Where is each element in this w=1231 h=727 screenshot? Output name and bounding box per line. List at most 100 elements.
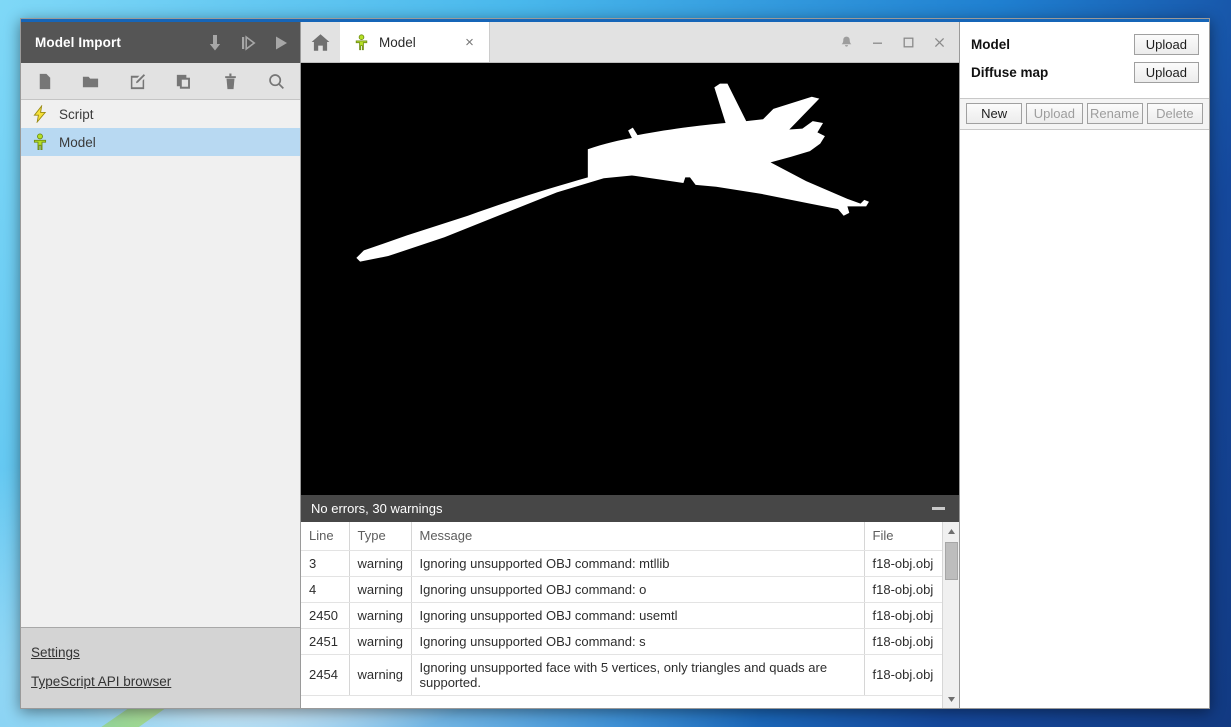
column-header-message[interactable]: Message (411, 522, 865, 551)
table-header-row: Line Type Message File (301, 522, 942, 551)
problems-panel: No errors, 30 warnings Line Type Message… (301, 495, 959, 708)
window-controls (831, 22, 959, 62)
scrollbar-thumb[interactable] (945, 542, 958, 580)
field-row-diffuse-map: Diffuse map Upload (971, 62, 1199, 83)
table-row[interactable]: 2450 warning Ignoring unsupported OBJ co… (301, 602, 942, 629)
tab-close-icon[interactable]: × (461, 34, 478, 51)
chevron-up-icon (947, 528, 955, 534)
tab-label: Model (379, 34, 416, 50)
maximize-button[interactable] (893, 22, 924, 62)
step-forward-icon[interactable] (238, 33, 258, 53)
cell-file: f18-obj.obj (864, 628, 942, 655)
column-header-line[interactable]: Line (301, 522, 350, 551)
field-label-model: Model (971, 37, 1010, 52)
problems-status-text: No errors, 30 warnings (311, 501, 443, 516)
open-folder-button[interactable] (68, 63, 115, 99)
model-figure-icon (33, 133, 47, 151)
minimize-button[interactable] (862, 22, 893, 62)
edit-pencil-icon (130, 73, 145, 89)
application-window: Model Import Script Model Settings TypeS… (20, 18, 1210, 709)
minimize-icon (931, 507, 945, 510)
cell-type: warning (349, 550, 412, 577)
delete-asset-button: Delete (1146, 103, 1203, 124)
center-panel: Model × No errors, 30 warnings Line Type… (301, 22, 959, 708)
search-button[interactable] (254, 63, 301, 99)
table-row[interactable]: 3 warning Ignoring unsupported OBJ comma… (301, 550, 942, 577)
model-viewport-3d[interactable] (301, 63, 959, 495)
cell-type: warning (349, 576, 412, 603)
trash-icon (224, 73, 236, 89)
cell-line: 2454 (301, 654, 350, 697)
upload-asset-button: Upload (1026, 103, 1083, 124)
table-row[interactable]: 2454 warning Ignoring unsupported face w… (301, 654, 942, 697)
table-row[interactable]: 4 warning Ignoring unsupported OBJ comma… (301, 576, 942, 603)
table-row[interactable]: 2451 warning Ignoring unsupported OBJ co… (301, 628, 942, 655)
cell-message: Ignoring unsupported OBJ command: usemtl (411, 602, 865, 629)
cell-message: Ignoring unsupported OBJ command: mtllib (411, 550, 865, 577)
cell-file: f18-obj.obj (864, 654, 942, 697)
cell-type: warning (349, 628, 412, 655)
home-icon (311, 33, 330, 51)
panel-header-actions (205, 33, 291, 53)
search-icon (269, 73, 285, 89)
open-folder-icon (83, 76, 99, 87)
bell-icon (841, 36, 852, 47)
duplicate-icon (177, 74, 191, 89)
cell-message: Ignoring unsupported face with 5 vertice… (411, 654, 865, 697)
left-panel-item-list: Script Model (21, 100, 300, 627)
cell-file: f18-obj.obj (864, 550, 942, 577)
duplicate-button[interactable] (161, 63, 208, 99)
field-label-diffuse-map: Diffuse map (971, 65, 1049, 80)
scroll-down-button[interactable] (944, 692, 959, 706)
right-panel: Model Upload Diffuse map Upload New Uplo… (959, 22, 1209, 708)
problems-table: Line Type Message File 3 warning Ignorin… (301, 522, 942, 697)
chevron-down-icon (947, 696, 955, 702)
settings-link[interactable]: Settings (31, 638, 80, 667)
upload-diffuse-map-button[interactable]: Upload (1133, 62, 1199, 83)
desktop: Model Import Script Model Settings TypeS… (0, 0, 1231, 727)
close-button[interactable] (924, 22, 955, 62)
play-icon[interactable] (271, 33, 291, 53)
cell-file: f18-obj.obj (864, 602, 942, 629)
lightning-bolt-icon (33, 105, 47, 123)
problems-table-scroll-area: Line Type Message File 3 warning Ignorin… (301, 522, 942, 708)
tab-model[interactable]: Model × (340, 22, 490, 62)
cell-line: 2450 (301, 602, 350, 629)
model-figure-icon (355, 33, 368, 50)
download-arrow-icon[interactable] (205, 33, 225, 53)
column-header-file[interactable]: File (864, 522, 942, 551)
scrollbar-track[interactable] (943, 538, 959, 692)
upload-model-button[interactable]: Upload (1133, 34, 1199, 55)
collapse-panel-button[interactable] (925, 499, 951, 519)
problems-table-scrollbar[interactable] (942, 522, 959, 708)
sidebar-item-model[interactable]: Model (21, 128, 300, 156)
asset-action-bar: New Upload Rename Delete (960, 98, 1209, 130)
new-file-icon (39, 73, 50, 89)
cell-line: 2451 (301, 628, 350, 655)
cell-line: 4 (301, 576, 350, 603)
problems-panel-header: No errors, 30 warnings (301, 495, 959, 522)
new-file-button[interactable] (21, 63, 68, 99)
column-header-type[interactable]: Type (349, 522, 412, 551)
scroll-up-button[interactable] (944, 524, 959, 538)
close-icon (934, 37, 945, 47)
sidebar-item-label: Model (59, 134, 96, 150)
minimize-icon (873, 42, 882, 44)
left-panel-header: Model Import (21, 22, 300, 63)
cell-file: f18-obj.obj (864, 576, 942, 603)
new-asset-button[interactable]: New (966, 103, 1023, 124)
maximize-icon (903, 37, 914, 47)
notifications-bell-button[interactable] (831, 22, 862, 62)
rename-button[interactable] (114, 63, 161, 99)
sidebar-item-script[interactable]: Script (21, 100, 300, 128)
home-button[interactable] (301, 22, 340, 62)
asset-fields: Model Upload Diffuse map Upload (960, 22, 1209, 98)
problems-panel-body: Line Type Message File 3 warning Ignorin… (301, 522, 959, 708)
left-panel-toolbar (21, 63, 300, 100)
cell-type: warning (349, 654, 412, 697)
cell-type: warning (349, 602, 412, 629)
rename-asset-button: Rename (1086, 103, 1143, 124)
left-panel-footer: Settings TypeScript API browser (21, 627, 300, 708)
typescript-api-browser-link[interactable]: TypeScript API browser (31, 667, 171, 696)
delete-button[interactable] (207, 63, 254, 99)
